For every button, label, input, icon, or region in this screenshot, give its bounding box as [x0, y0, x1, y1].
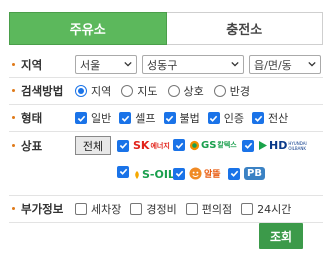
checkbox[interactable] — [117, 139, 129, 152]
radio-label: 지도 — [137, 85, 158, 98]
checkbox[interactable] — [185, 203, 198, 215]
sigungu-value: 성동구 — [147, 58, 178, 72]
type-computer[interactable]: 전산 — [252, 110, 288, 126]
brand-options: 전체 SK 에너지 GS 칼텍스 HD HYUNDAI OILBANK S-OI… — [75, 132, 323, 194]
checkbox[interactable] — [75, 203, 87, 215]
checkbox-label: 24시간 — [257, 203, 292, 216]
extra-24hours[interactable]: 24시간 — [241, 201, 291, 217]
checkbox-label: 전산 — [268, 112, 289, 125]
checkbox[interactable] — [130, 203, 143, 215]
radio-region[interactable]: 지역 — [75, 83, 111, 99]
extra-row: 부가정보 세차장 경정비 편의점 24시간 — [9, 196, 323, 223]
soil-logo: S-OIL — [133, 168, 175, 181]
sigungu-select[interactable]: 성동구 — [142, 55, 244, 74]
search-method-row: 검색방법 지역 지도 상호 반경 — [9, 78, 323, 105]
checkbox-label: 편의점 — [201, 203, 233, 216]
hd-logo: HD HYUNDAI OILBANK — [258, 139, 308, 152]
gs-mark-icon — [189, 140, 200, 150]
type-certified[interactable]: 인증 — [207, 110, 244, 126]
search-method-label: 검색방법 — [9, 83, 75, 99]
chevron-down-icon — [231, 61, 239, 67]
region-row: 지역 서울 성동구 읍/면/동 — [9, 52, 323, 78]
radio-label: 반경 — [229, 85, 250, 98]
altteul-logo: 알뜰 — [189, 167, 221, 180]
select-all-button[interactable]: 전체 — [75, 136, 111, 155]
soil-mark-icon — [135, 170, 139, 179]
type-illegal[interactable]: 불법 — [163, 110, 200, 126]
brand-gs[interactable]: GS 칼텍스 — [173, 139, 237, 151]
checkbox-label: 일반 — [91, 112, 112, 125]
dong-select[interactable]: 읍/면/동 — [249, 55, 321, 74]
radio-radius[interactable]: 반경 — [213, 83, 250, 99]
checkbox[interactable] — [228, 167, 240, 180]
radio-map[interactable]: 지도 — [121, 83, 158, 99]
sk-logo: SK 에너지 — [133, 139, 170, 152]
extra-maintenance[interactable]: 경정비 — [130, 201, 177, 217]
radio-button[interactable] — [121, 85, 134, 97]
checkbox[interactable] — [75, 112, 87, 124]
brand-soil[interactable]: S-OIL — [117, 162, 175, 181]
radio-label: 상호 — [183, 85, 204, 98]
type-label: 형태 — [9, 110, 75, 126]
checkbox[interactable] — [252, 112, 264, 124]
chevron-down-icon — [308, 61, 316, 67]
brand-altteul[interactable]: 알뜰 — [173, 167, 221, 180]
brand-row: 상표 전체 SK 에너지 GS 칼텍스 HD HYUNDAI OILBANK S… — [9, 132, 323, 196]
checkbox-label: 불법 — [179, 112, 200, 125]
checkbox-label: 인증 — [223, 112, 244, 125]
checkbox-label: 세차장 — [91, 203, 122, 216]
hd-mark-icon — [259, 141, 267, 150]
sido-value: 서울 — [80, 58, 101, 72]
altteul-mark-icon — [189, 167, 202, 180]
radio-button[interactable] — [167, 85, 180, 97]
extra-label: 부가정보 — [9, 201, 75, 217]
checkbox-label: 경정비 — [146, 203, 177, 216]
brand-sk[interactable]: SK 에너지 — [117, 139, 170, 152]
search-form: 지역 서울 성동구 읍/면/동 검색방법 지역 지도 상호 반경 형태 일반 셀… — [9, 52, 323, 223]
dong-value: 읍/면/동 — [254, 58, 292, 72]
type-row: 형태 일반 셀프 불법 인증 전산 — [9, 105, 323, 132]
search-button[interactable]: 조회 — [259, 223, 303, 249]
gs-logo: GS 칼텍스 — [189, 140, 237, 151]
type-self[interactable]: 셀프 — [119, 110, 156, 126]
checkbox[interactable] — [173, 139, 185, 151]
pb-logo: PB — [244, 167, 265, 180]
brand-hd[interactable]: HD HYUNDAI OILBANK — [242, 139, 308, 152]
radio-button[interactable] — [75, 85, 87, 97]
checkbox-label: 셀프 — [135, 112, 156, 125]
sido-select[interactable]: 서울 — [75, 55, 137, 74]
radio-name[interactable]: 상호 — [167, 83, 204, 99]
radio-label: 지역 — [91, 85, 112, 98]
brand-pb[interactable]: PB — [228, 167, 265, 180]
type-general[interactable]: 일반 — [75, 110, 111, 126]
extra-carwash[interactable]: 세차장 — [75, 201, 121, 217]
radio-button[interactable] — [213, 85, 226, 97]
tab-gas-station[interactable]: 주유소 — [9, 12, 167, 45]
checkbox[interactable] — [207, 112, 220, 124]
region-label: 지역 — [9, 57, 75, 73]
checkbox[interactable] — [242, 139, 254, 152]
checkbox[interactable] — [119, 112, 132, 124]
checkbox[interactable] — [163, 112, 176, 124]
brand-label: 상표 — [9, 138, 75, 154]
checkbox[interactable] — [173, 167, 185, 180]
checkbox[interactable] — [117, 165, 129, 178]
chevron-down-icon — [124, 61, 132, 67]
extra-convenience[interactable]: 편의점 — [185, 201, 233, 217]
tab-charging-station[interactable]: 충전소 — [166, 12, 323, 45]
tab-bar: 주유소 충전소 — [9, 12, 323, 45]
checkbox[interactable] — [241, 203, 254, 215]
